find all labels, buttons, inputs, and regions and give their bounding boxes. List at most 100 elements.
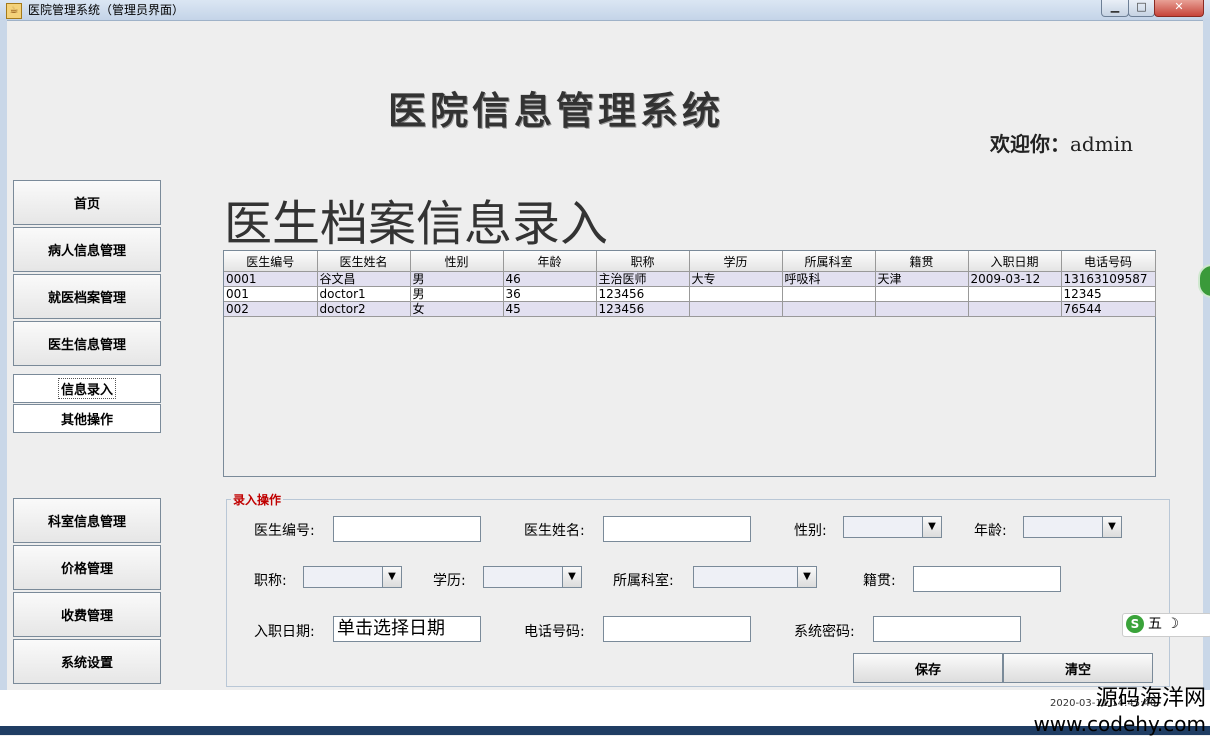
- nav-medical-record-button[interactable]: 就医档案管理: [13, 274, 161, 319]
- welcome-label: 欢迎你：: [990, 132, 1070, 156]
- table-cell: 呼吸科: [782, 271, 876, 287]
- column-header[interactable]: 入职日期: [968, 251, 1062, 272]
- column-header[interactable]: 学历: [689, 251, 783, 272]
- column-header[interactable]: 电话号码: [1061, 251, 1156, 272]
- chevron-down-icon: ▼: [562, 567, 581, 587]
- close-button[interactable]: ✕: [1154, 0, 1204, 17]
- education-select[interactable]: ▼: [483, 566, 582, 588]
- column-header[interactable]: 年龄: [503, 251, 597, 272]
- maximize-button[interactable]: □: [1128, 0, 1155, 17]
- table-cell: [689, 286, 783, 302]
- table-cell: 46: [503, 271, 597, 287]
- title-select[interactable]: ▼: [303, 566, 402, 588]
- nav-settings-button[interactable]: 系统设置: [13, 639, 161, 684]
- title-label: 职称:: [254, 573, 287, 589]
- table-cell: 谷文昌: [317, 271, 411, 287]
- column-header[interactable]: 职称: [596, 251, 690, 272]
- ime-mode-label: 五: [1148, 616, 1162, 632]
- chevron-down-icon: ▼: [1102, 517, 1121, 537]
- table-cell: 13163109587: [1061, 271, 1156, 287]
- table-cell: 45: [503, 301, 597, 317]
- nav-doctor-info-button[interactable]: 医生信息管理: [13, 321, 161, 366]
- column-header[interactable]: 医生姓名: [317, 251, 411, 272]
- sogou-logo-icon: S: [1126, 615, 1144, 633]
- chevron-down-icon: ▼: [797, 567, 816, 587]
- sub-other-ops-button[interactable]: 其他操作: [13, 404, 161, 433]
- phone-input[interactable]: [603, 616, 751, 642]
- column-header[interactable]: 医生编号: [224, 251, 318, 272]
- table-cell: 001: [224, 286, 318, 302]
- welcome-text: 欢迎你：admin: [990, 128, 1133, 157]
- table-cell: [968, 301, 1062, 317]
- password-input[interactable]: [873, 616, 1021, 642]
- table-cell: 主治医师: [596, 271, 690, 287]
- table-cell: 大专: [689, 271, 783, 287]
- table-cell: [875, 301, 969, 317]
- clear-button[interactable]: 清空: [1003, 653, 1153, 683]
- table-row[interactable]: 002 doctor2 女 45 123456 76544: [224, 301, 1156, 317]
- doctor-id-input[interactable]: [333, 516, 481, 542]
- table-cell: 天津: [875, 271, 969, 287]
- entry-form-legend: 录入操作: [231, 491, 284, 508]
- table-cell: 002: [224, 301, 318, 317]
- table-cell: 36: [503, 286, 597, 302]
- table-cell: [689, 301, 783, 317]
- ime-toolbar[interactable]: S五 ☽: [1122, 613, 1210, 637]
- table-cell: 男: [410, 286, 504, 302]
- phone-label: 电话号码:: [524, 624, 585, 640]
- window-frame-left: [0, 20, 7, 735]
- doctor-name-input[interactable]: [603, 516, 751, 542]
- hometown-input[interactable]: [913, 566, 1061, 592]
- table-cell: [968, 286, 1062, 302]
- sub-info-entry-label: 信息录入: [57, 378, 116, 399]
- nav-price-button[interactable]: 价格管理: [13, 545, 161, 590]
- chevron-down-icon: ▼: [922, 517, 941, 537]
- table-cell: 0001: [224, 271, 318, 287]
- moon-icon: ☽: [1166, 616, 1180, 632]
- minimize-button[interactable]: ▁: [1101, 0, 1129, 17]
- table-cell: [875, 286, 969, 302]
- system-title: 医院信息管理系统: [388, 88, 725, 133]
- table-cell: 女: [410, 301, 504, 317]
- nav-patient-info-button[interactable]: 病人信息管理: [13, 227, 161, 272]
- table-cell: 123456: [596, 286, 690, 302]
- table-cell: [782, 301, 876, 317]
- watermark-site-name: 源码海洋网: [1095, 686, 1206, 711]
- nav-department-button[interactable]: 科室信息管理: [13, 498, 161, 543]
- table-cell: 76544: [1061, 301, 1156, 317]
- java-app-icon: ☕: [6, 3, 22, 19]
- doctor-name-label: 医生姓名:: [524, 523, 585, 539]
- table-row[interactable]: 0001 谷文昌 男 46 主治医师 大专 呼吸科 天津 2009-03-12 …: [224, 271, 1156, 287]
- department-select[interactable]: ▼: [693, 566, 817, 588]
- table-cell: 12345: [1061, 286, 1156, 302]
- watermark-url: www.codehy.com: [1033, 712, 1206, 736]
- table-cell: doctor2: [317, 301, 411, 317]
- column-header[interactable]: 所属科室: [782, 251, 876, 272]
- education-label: 学历:: [433, 573, 466, 589]
- department-label: 所属科室:: [613, 573, 674, 589]
- username: admin: [1070, 132, 1133, 156]
- nav-billing-button[interactable]: 收费管理: [13, 592, 161, 637]
- table-cell: 男: [410, 271, 504, 287]
- hometown-label: 籍贯:: [863, 573, 896, 589]
- age-label: 年龄:: [974, 523, 1007, 539]
- table-cell: 2009-03-12: [968, 271, 1062, 287]
- doctor-table[interactable]: 医生编号 医生姓名 性别 年龄 职称 学历 所属科室 籍贯 入职日期 电话号码 …: [223, 250, 1156, 477]
- floating-assistant-icon[interactable]: [1198, 264, 1210, 298]
- column-header[interactable]: 籍贯: [875, 251, 969, 272]
- gender-label: 性别:: [794, 523, 827, 539]
- table-row[interactable]: 001 doctor1 男 36 123456 12345: [224, 286, 1156, 302]
- table-header-row: 医生编号 医生姓名 性别 年龄 职称 学历 所属科室 籍贯 入职日期 电话号码: [224, 251, 1156, 272]
- sub-info-entry-button[interactable]: 信息录入: [13, 374, 161, 403]
- page-title: 医生档案信息录入: [224, 196, 609, 252]
- password-label: 系统密码:: [794, 624, 855, 640]
- table-cell: [782, 286, 876, 302]
- age-select[interactable]: ▼: [1023, 516, 1122, 538]
- hire-date-label: 入职日期:: [254, 624, 315, 640]
- hire-date-picker[interactable]: 单击选择日期: [333, 616, 481, 642]
- gender-select[interactable]: ▼: [843, 516, 942, 538]
- nav-home-button[interactable]: 首页: [13, 180, 161, 225]
- save-button[interactable]: 保存: [853, 653, 1003, 683]
- column-header[interactable]: 性别: [410, 251, 504, 272]
- chevron-down-icon: ▼: [382, 567, 401, 587]
